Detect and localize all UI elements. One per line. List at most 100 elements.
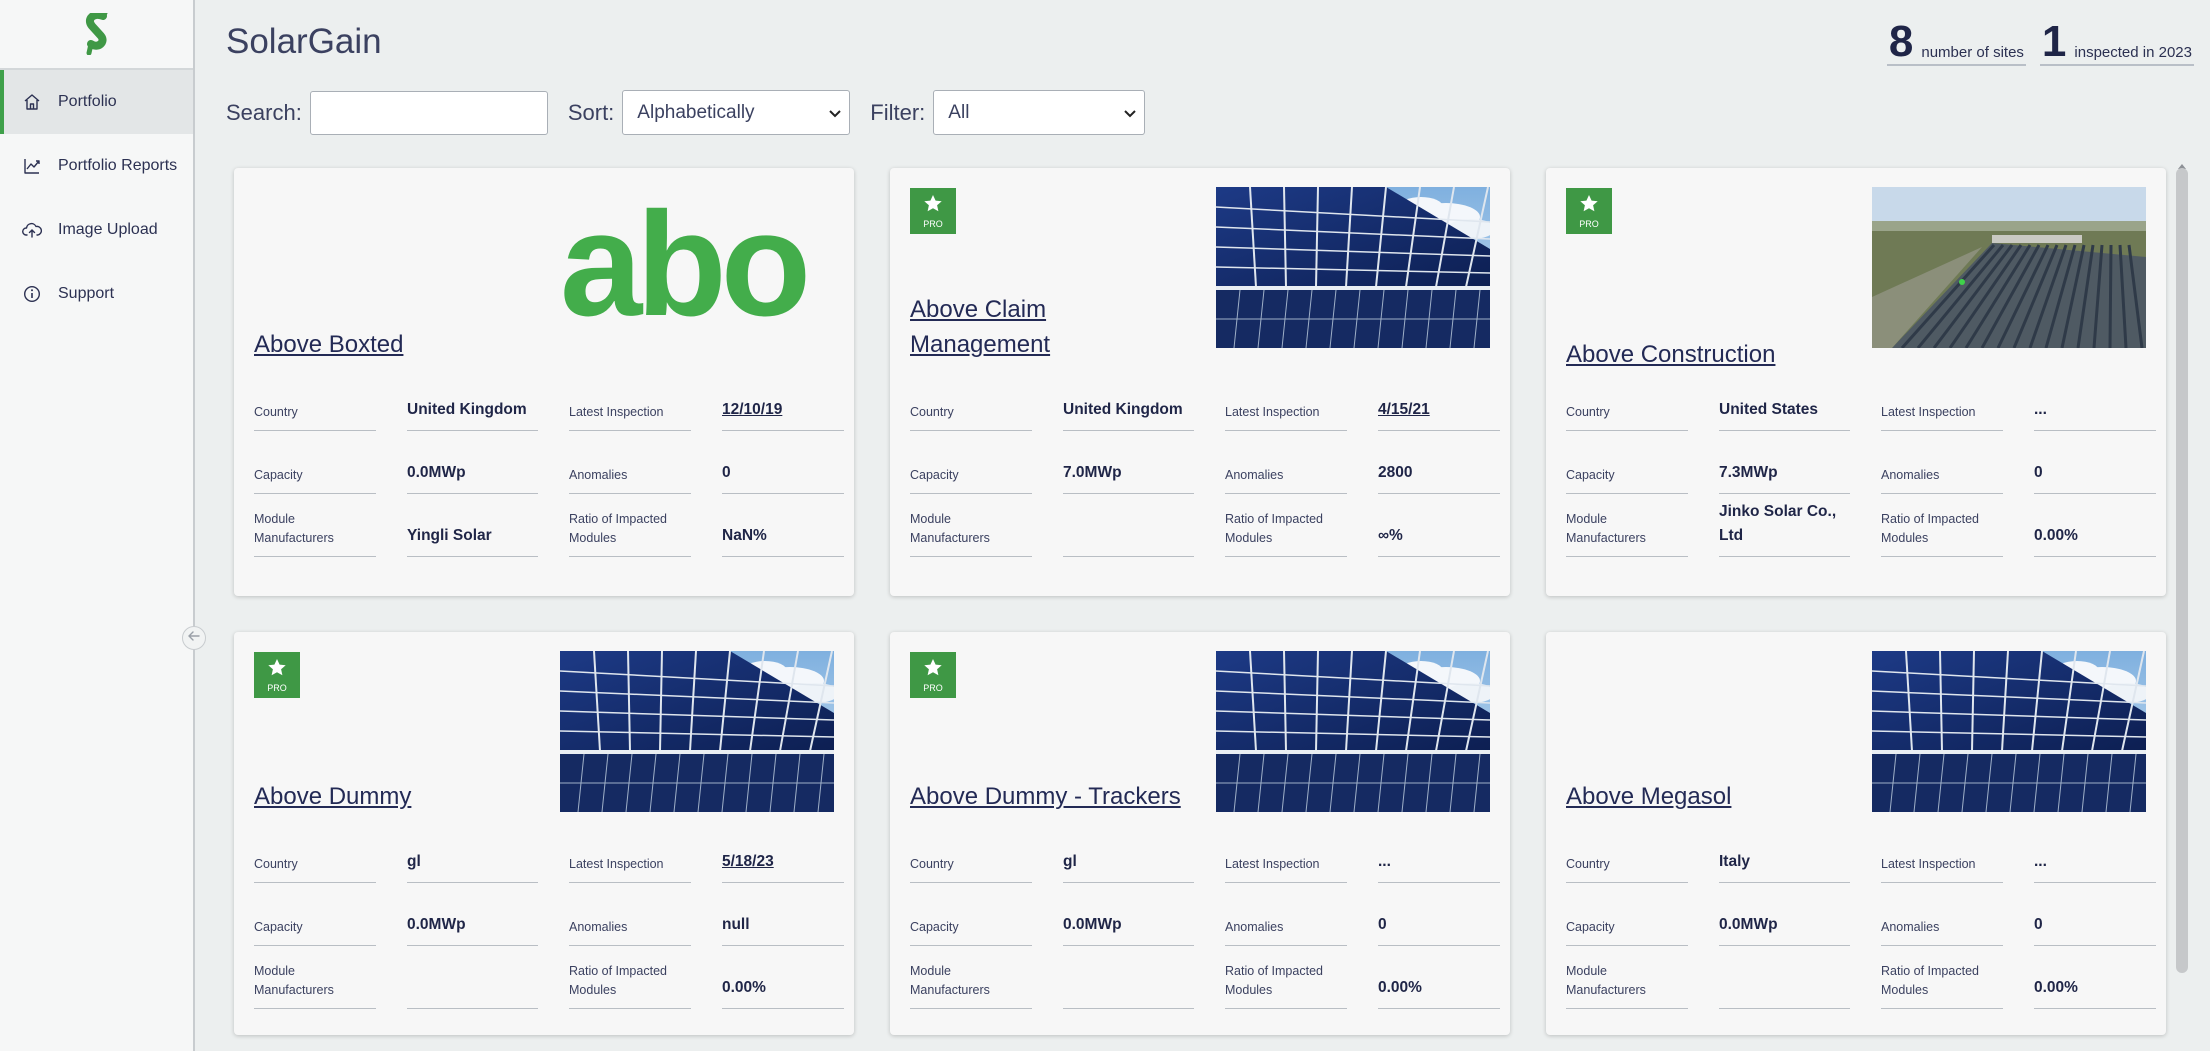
star-icon — [1579, 194, 1599, 218]
country-value: gl — [1063, 820, 1194, 883]
manufacturers-label: Module Manufacturers — [910, 946, 1032, 1009]
capacity-value: 0.0MWp — [1719, 883, 1850, 946]
manufacturers-label-line2: Manufacturers — [254, 983, 334, 997]
site-name-link[interactable]: Above Construction — [1566, 337, 1846, 372]
site-name-link[interactable]: Above Claim Management — [910, 292, 1190, 362]
filter-select[interactable]: All — [933, 90, 1146, 135]
info-icon — [22, 284, 42, 304]
site-name-link[interactable]: Above Dummy - Trackers — [910, 779, 1190, 814]
manufacturers-label-line2: Manufacturers — [1566, 983, 1646, 997]
ratio-label: Ratio of Impacted Modules — [569, 494, 691, 557]
chevron-down-icon — [1124, 102, 1137, 124]
sidebar-item-support[interactable]: Support — [0, 262, 193, 326]
star-icon — [923, 658, 943, 682]
site-card-header: abo Above Boxted — [234, 168, 854, 368]
sidebar-item-portfolio-reports[interactable]: Portfolio Reports — [0, 134, 193, 198]
sort-label: Sort: — [567, 99, 615, 125]
sort-select[interactable]: Alphabetically — [622, 90, 851, 135]
manufacturers-value — [407, 946, 538, 1009]
sidebar-item-portfolio[interactable]: Portfolio — [0, 70, 193, 134]
capacity-label: Capacity — [1566, 883, 1688, 946]
site-card[interactable]: PRO Above Dummy Country gl Latest Inspection… — [234, 632, 854, 1035]
pro-badge: PRO — [254, 652, 300, 698]
country-value: United States — [1719, 368, 1850, 431]
pro-label: PRO — [923, 682, 943, 693]
manufacturers-label: Module Manufacturers — [1566, 494, 1688, 557]
latest-inspection-value[interactable]: 5/18/23 — [722, 820, 844, 883]
ratio-label: Ratio of Impacted Modules — [569, 946, 691, 1009]
site-thumbnail — [1216, 187, 1490, 348]
ratio-value: 0.00% — [2034, 494, 2156, 557]
chevron-down-icon — [829, 102, 842, 124]
star-icon — [267, 658, 287, 682]
ratio-label: Ratio of Impacted Modules — [1225, 494, 1347, 557]
site-card-header: PRO Above Claim Management — [890, 168, 1510, 368]
site-card-header: Above Megasol — [1546, 632, 2166, 820]
latest-inspection-label: Latest Inspection — [1225, 820, 1347, 883]
anomalies-label: Anomalies — [569, 431, 691, 494]
anomalies-value: 0 — [2034, 883, 2156, 946]
latest-inspection-label: Latest Inspection — [569, 368, 691, 431]
capacity-label: Capacity — [254, 431, 376, 494]
site-card-header: PRO Above Dummy - Trackers — [890, 632, 1510, 820]
inspected-count-label: inspected in 2023 — [2074, 44, 2192, 61]
site-card[interactable]: PRO Above Construction Country United State… — [1546, 168, 2166, 596]
cloud-upload-icon — [22, 220, 42, 240]
pro-badge: PRO — [1566, 188, 1612, 234]
site-name-link[interactable]: Above Megasol — [1566, 779, 1846, 814]
scroll-up-arrow-icon[interactable] — [2177, 157, 2187, 169]
sort-select-value: Alphabetically — [637, 101, 755, 123]
country-value: United Kingdom — [407, 368, 538, 431]
sites-count-stat: 8 number of sites — [1886, 20, 2026, 66]
capacity-label: Capacity — [910, 883, 1032, 946]
manufacturers-label-line2: Manufacturers — [1566, 531, 1646, 545]
solar-panels-photo — [1872, 651, 2146, 812]
ratio-label: Ratio of Impacted Modules — [1881, 946, 2003, 1009]
solar-panels-photo — [1216, 651, 1490, 812]
latest-inspection-label: Latest Inspection — [1881, 820, 2003, 883]
ratio-label-line1: Ratio of Impacted — [1881, 512, 1979, 526]
ratio-value: 0.00% — [2034, 946, 2156, 1009]
sidebar-item-label: Image Upload — [58, 221, 158, 238]
star-icon — [923, 194, 943, 218]
country-label: Country — [1566, 368, 1688, 431]
latest-inspection-value[interactable]: 4/15/21 — [1378, 368, 1500, 431]
page-title: SolarGain — [226, 22, 382, 61]
latest-inspection-value: ... — [1378, 820, 1500, 883]
site-card[interactable]: PRO Above Claim Management Country United K… — [890, 168, 1510, 596]
ratio-value: 0.00% — [722, 946, 844, 1009]
ratio-label: Ratio of Impacted Modules — [1225, 946, 1347, 1009]
collapse-sidebar-button[interactable] — [182, 626, 206, 650]
site-details: Country United States Latest Inspection...… — [1546, 368, 2166, 573]
manufacturers-label-line2: Manufacturers — [910, 983, 990, 997]
anomalies-label: Anomalies — [1225, 883, 1347, 946]
manufacturers-value — [1063, 946, 1194, 1009]
capacity-value: 0.0MWp — [407, 883, 538, 946]
manufacturers-label-line1: Module — [1566, 512, 1607, 526]
manufacturers-label-line1: Module — [910, 964, 951, 978]
anomalies-value: 0 — [1378, 883, 1500, 946]
site-thumbnail — [560, 651, 834, 812]
country-value: Italy — [1719, 820, 1850, 883]
manufacturers-label-line1: Module — [254, 512, 295, 526]
ratio-label-line1: Ratio of Impacted — [569, 512, 667, 526]
brand-logo[interactable] — [0, 0, 193, 70]
site-card[interactable]: Above Megasol Country Italy Latest Inspecti… — [1546, 632, 2166, 1035]
ratio-label-line2: Modules — [1225, 531, 1273, 545]
ratio-label-line2: Modules — [1225, 983, 1273, 997]
site-logo: abo — [560, 190, 811, 340]
site-card[interactable]: abo Above Boxted Country United Kingdom Late… — [234, 168, 854, 596]
site-details: Country Italy Latest Inspection... Capacity… — [1546, 820, 2166, 1025]
manufacturers-label: Module Manufacturers — [254, 946, 376, 1009]
filter-label: Filter: — [870, 99, 926, 125]
site-name-link[interactable]: Above Dummy — [254, 779, 534, 814]
search-input[interactable] — [309, 90, 548, 135]
site-details: Country gl Latest Inspection... Capacity 0.0… — [890, 820, 1510, 1025]
sidebar-item-image-upload[interactable]: Image Upload — [0, 198, 193, 262]
latest-inspection-value[interactable]: 12/10/19 — [722, 368, 844, 431]
site-card[interactable]: PRO Above Dummy - Trackers Country gl Latest… — [890, 632, 1510, 1035]
site-name-link[interactable]: Above Boxted — [254, 327, 534, 362]
sidebar: Portfolio Portfolio Reports Image Upload… — [0, 0, 195, 1051]
site-thumbnail — [1872, 651, 2146, 812]
scrollbar-thumb[interactable] — [2176, 168, 2188, 973]
